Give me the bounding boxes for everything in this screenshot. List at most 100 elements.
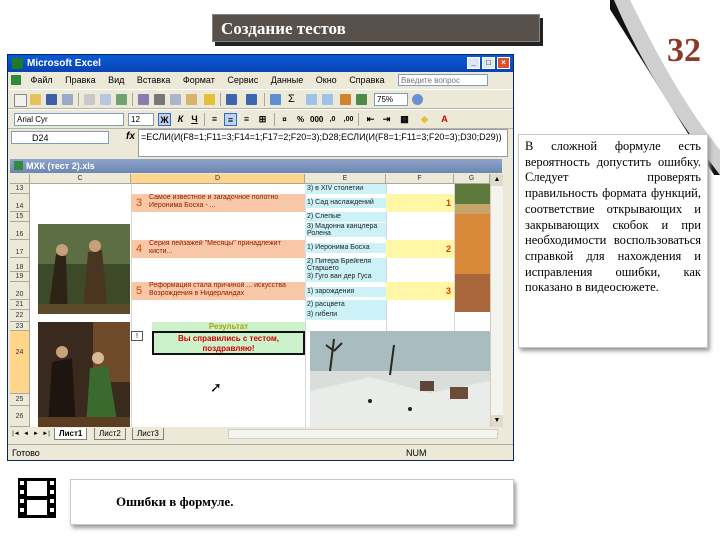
column-header-g[interactable]: G	[454, 174, 490, 184]
maximize-button[interactable]: □	[482, 57, 495, 69]
row-header[interactable]: 25	[10, 394, 30, 406]
sort-descending-icon[interactable]	[322, 94, 333, 105]
zoom-select[interactable]: 75%	[374, 93, 408, 106]
spreadsheet-grid[interactable]: C D E F G 13 14 15 16 17 18 19 20 21 22 …	[10, 174, 490, 427]
row-header[interactable]: 21	[10, 300, 30, 310]
menu-tools[interactable]: Сервис	[222, 72, 263, 89]
prev-sheet-icon[interactable]: ◄	[22, 429, 30, 439]
open-folder-icon[interactable]	[30, 94, 41, 105]
print-icon[interactable]	[84, 94, 95, 105]
row-header[interactable]: 15	[10, 212, 30, 222]
score-cell[interactable]: 1	[386, 194, 454, 212]
merge-center-icon[interactable]: ⊞	[256, 113, 269, 126]
help-question-input[interactable]: Введите вопрос	[398, 74, 488, 86]
answer-option[interactable]: 1) зарождения	[305, 287, 386, 297]
new-document-icon[interactable]	[14, 94, 27, 107]
menu-edit[interactable]: Правка	[60, 72, 100, 89]
excel-titlebar[interactable]: Microsoft Excel _ □ ×	[8, 55, 513, 72]
row-header[interactable]: 14	[10, 194, 30, 212]
column-header-c[interactable]: C	[30, 174, 131, 184]
row-header[interactable]: 13	[10, 184, 30, 194]
question-text[interactable]: Реформация стала причиной ... искусства …	[147, 282, 305, 300]
align-center-icon[interactable]: ≡	[224, 113, 237, 126]
font-size-select[interactable]: 12	[128, 113, 154, 126]
print-preview-icon[interactable]	[100, 94, 111, 105]
first-sheet-icon[interactable]: |◄	[12, 429, 20, 439]
sheet-tab-1[interactable]: Лист1	[54, 428, 88, 440]
fill-color-icon[interactable]: ◆	[418, 113, 431, 126]
row-header-selected[interactable]: 24	[10, 331, 30, 394]
select-all-corner[interactable]	[10, 174, 30, 184]
spelling-icon[interactable]	[116, 94, 127, 105]
formula-input[interactable]: =ЕСЛИ(И(F8=1;F11=3;F14=1;F17=2;F20=3);D2…	[138, 129, 508, 157]
italic-button[interactable]: К	[174, 113, 187, 126]
row-header[interactable]: 23	[10, 322, 30, 331]
font-color-icon[interactable]: A	[438, 113, 451, 126]
decrease-decimal-icon[interactable]: ,00	[342, 113, 355, 126]
column-header-e[interactable]: E	[305, 174, 386, 184]
sheet-tab-2[interactable]: Лист2	[94, 428, 126, 440]
row-header[interactable]: 16	[10, 222, 30, 240]
film-icon[interactable]	[18, 478, 56, 518]
borders-icon[interactable]: ▦	[398, 113, 411, 126]
format-painter-icon[interactable]	[204, 94, 215, 105]
column-header-d[interactable]: D	[131, 174, 305, 184]
align-right-icon[interactable]: ≡	[240, 113, 253, 126]
row-header[interactable]: 26	[10, 406, 30, 427]
name-box[interactable]: D24	[11, 131, 109, 144]
scroll-down-icon[interactable]: ▼	[491, 415, 503, 427]
sheet-tab-3[interactable]: Лист3	[132, 428, 164, 440]
chart-wizard-icon[interactable]	[340, 94, 351, 105]
menu-window[interactable]: Окно	[311, 72, 342, 89]
permission-icon[interactable]	[62, 94, 73, 105]
font-name-select[interactable]: Arial Cyr	[14, 113, 124, 126]
menu-file[interactable]: Файл	[26, 72, 58, 89]
answer-option[interactable]: 3) Мадонна канцлера Ролена	[305, 223, 386, 237]
save-icon[interactable]	[46, 94, 57, 105]
vertical-scrollbar[interactable]: ▲ ▼	[490, 174, 503, 427]
question-text[interactable]: Самое известное и загадочное полотно Иер…	[147, 194, 305, 212]
column-header-f[interactable]: F	[386, 174, 454, 184]
increase-decimal-icon[interactable]: ,0	[326, 113, 339, 126]
result-cell-d24[interactable]: Вы справились с тестом, поздравляю!	[152, 331, 305, 355]
question-text[interactable]: Серия пейзажей "Месяцы" принадлежит кист…	[147, 240, 305, 258]
hyperlink-icon[interactable]	[270, 94, 281, 105]
paste-icon[interactable]	[186, 94, 197, 105]
thousands-icon[interactable]: 000	[310, 113, 323, 126]
answer-option[interactable]: 2) Питера Брейгеля Старшего	[305, 258, 386, 272]
row-header[interactable]: 18	[10, 258, 30, 272]
menu-view[interactable]: Вид	[103, 72, 129, 89]
answer-option[interactable]: 2) расцвета	[305, 300, 386, 310]
minimize-button[interactable]: _	[467, 57, 480, 69]
help-icon[interactable]	[412, 94, 423, 105]
redo-icon[interactable]	[246, 94, 257, 105]
increase-indent-icon[interactable]: ⇥	[380, 113, 393, 126]
answer-option[interactable]: 3) в XIV столетии	[305, 184, 386, 194]
row-header[interactable]: 20	[10, 282, 30, 300]
row-header[interactable]: 17	[10, 240, 30, 258]
drawing-icon[interactable]	[356, 94, 367, 105]
insert-function-icon[interactable]: fx	[126, 131, 135, 142]
cut-icon[interactable]	[154, 94, 165, 105]
answer-option[interactable]: 2) Слепые	[305, 212, 386, 222]
answer-option[interactable]: 1) Сад наслаждений	[305, 198, 386, 208]
copy-icon[interactable]	[170, 94, 181, 105]
undo-icon[interactable]	[226, 94, 237, 105]
answer-option[interactable]: 3) гибели	[305, 310, 386, 320]
decrease-indent-icon[interactable]: ⇤	[364, 113, 377, 126]
score-cell[interactable]: 2	[386, 240, 454, 258]
align-left-icon[interactable]: ≡	[208, 113, 221, 126]
workbook-titlebar[interactable]: МХК (тест 2).xls	[10, 159, 502, 173]
currency-icon[interactable]: ¤	[278, 113, 291, 126]
bold-button[interactable]: Ж	[158, 113, 171, 126]
scroll-up-icon[interactable]: ▲	[491, 174, 503, 186]
workbook-menu-icon[interactable]	[11, 75, 21, 85]
sort-ascending-icon[interactable]	[306, 94, 317, 105]
menu-help[interactable]: Справка	[344, 72, 389, 89]
score-cell[interactable]: 3	[386, 282, 454, 300]
research-icon[interactable]	[138, 94, 149, 105]
close-button[interactable]: ×	[497, 57, 510, 69]
menu-insert[interactable]: Вставка	[132, 72, 175, 89]
excel-window[interactable]: Microsoft Excel _ □ × Файл Правка Вид Вс…	[7, 54, 514, 461]
answer-option[interactable]: 1) Иеронима Босха	[305, 243, 386, 253]
